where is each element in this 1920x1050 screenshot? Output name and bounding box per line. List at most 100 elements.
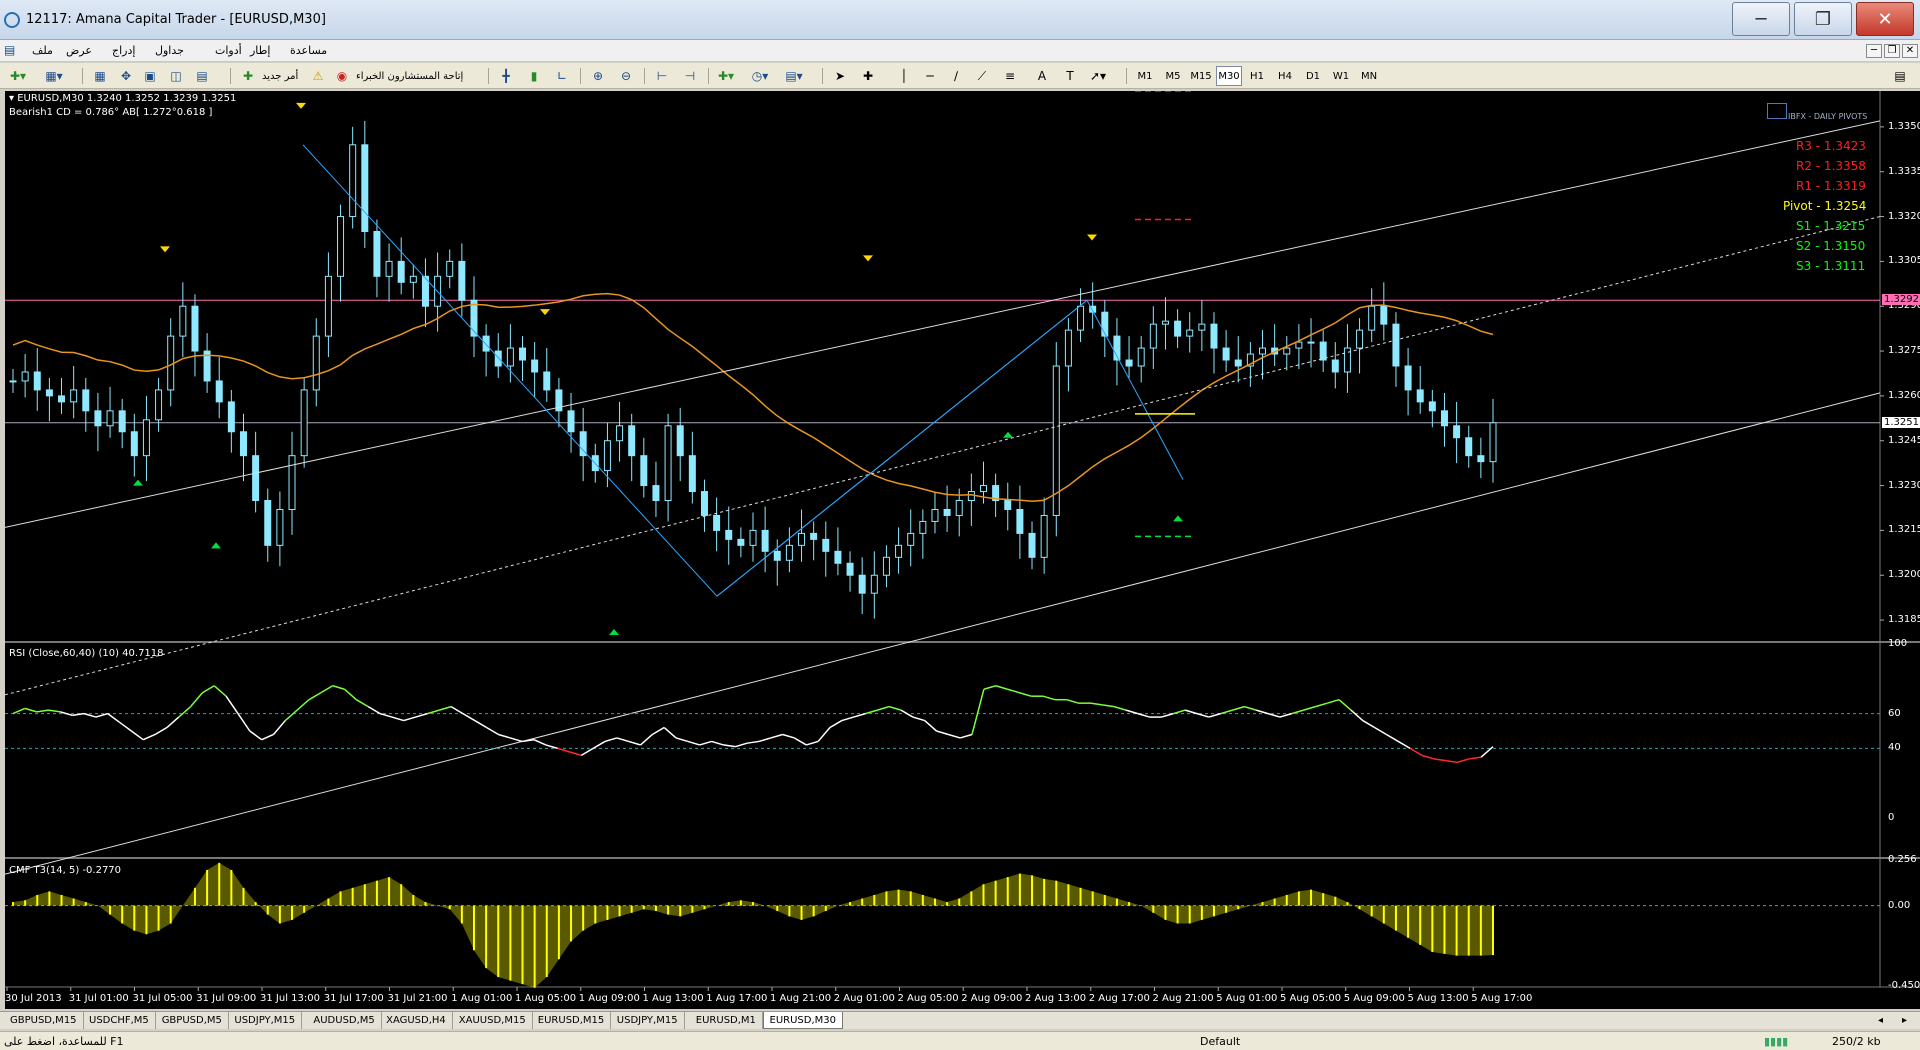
minimize-icon: ─ — [1755, 8, 1767, 30]
menu-insert[interactable]: إدراج — [112, 44, 135, 57]
menu-window[interactable]: إطار — [250, 44, 270, 57]
new-order-icon[interactable]: ✚ — [238, 66, 258, 86]
chart-tab[interactable]: GBPUSD,M15 — [4, 1012, 84, 1029]
timeframe-mn[interactable]: MN — [1356, 66, 1382, 86]
chart-window[interactable]: ▾ EURUSD,M30 1.3240 1.3252 1.3239 1.3251… — [5, 91, 1920, 1009]
warning-icon[interactable]: ⚠ — [308, 66, 328, 86]
vertical-line-icon[interactable]: │ — [894, 66, 914, 86]
candlestick-icon[interactable]: ▮ — [524, 66, 544, 86]
fibonacci-icon[interactable]: ≡ — [1000, 66, 1020, 86]
rsi-line-segment — [439, 705, 452, 711]
candle-body — [822, 538, 830, 552]
timeframe-m1[interactable]: M1 — [1132, 66, 1158, 86]
tab-scroll-right-icon[interactable]: ▸ — [1896, 1012, 1913, 1029]
expert-advisors-icon[interactable]: ◉ — [332, 66, 352, 86]
timeframe-h1[interactable]: H1 — [1244, 66, 1270, 86]
candle-body — [519, 347, 527, 361]
profiles-icon[interactable]: ▦▾ — [44, 66, 64, 86]
navigator-icon[interactable]: ▣ — [140, 66, 160, 86]
text-icon[interactable]: A — [1032, 66, 1052, 86]
chart-tab[interactable]: EURUSD,M30 — [762, 1012, 843, 1029]
candle-body — [1440, 410, 1448, 427]
mdi-restore-button[interactable]: ❐ — [1884, 44, 1900, 58]
bar-chart-icon[interactable]: ╋ — [496, 66, 516, 86]
templates-icon[interactable]: ▤▾ — [784, 66, 804, 86]
price-label: 1.3305 — [1888, 255, 1920, 267]
mdi-close-button[interactable]: ✕ — [1902, 44, 1918, 58]
status-profile[interactable]: Default — [1200, 1035, 1240, 1048]
rsi-line-segment — [355, 699, 369, 708]
chart-tab[interactable]: EURUSD,M1 — [690, 1012, 763, 1029]
candle-body — [373, 230, 381, 277]
document-icon[interactable]: ▤ — [4, 43, 15, 57]
timeframe-m5[interactable]: M5 — [1160, 66, 1186, 86]
text-label-icon[interactable]: T — [1060, 66, 1080, 86]
timeframe-w1[interactable]: W1 — [1328, 66, 1354, 86]
chart-tab[interactable]: GBPUSD,M5 — [156, 1012, 229, 1029]
expert-advisors-button[interactable]: إتاحة المستشارون الخبراء — [356, 66, 463, 86]
rsi-line-segment — [308, 692, 322, 701]
timeframe-m30[interactable]: M30 — [1216, 66, 1242, 86]
market-watch-icon[interactable]: ▦ — [90, 66, 110, 86]
arrows-icon[interactable]: ➚▾ — [1088, 66, 1108, 86]
cursor-icon[interactable]: ➤ — [830, 66, 850, 86]
auto-scroll-icon[interactable]: ⊢ — [652, 66, 672, 86]
chart-menu-icon[interactable]: ▾ — [9, 93, 14, 104]
rsi-line-segment — [225, 695, 239, 715]
menu-help[interactable]: مساعدة — [290, 44, 327, 57]
toolbar-menu-icon[interactable]: ▤ — [1890, 66, 1910, 86]
indicators-icon[interactable]: ✚▾ — [716, 66, 736, 86]
trendline-icon[interactable]: ∕ — [946, 66, 966, 86]
time-label: 2 Aug 05:00 — [897, 993, 959, 1004]
chart-tab[interactable]: XAGUSD,H4 — [380, 1012, 453, 1029]
crosshair-icon[interactable]: ✚ — [858, 66, 878, 86]
strategy-tester-icon[interactable]: ▤ — [192, 66, 212, 86]
menu-file[interactable]: ملف — [32, 44, 53, 57]
minimize-button[interactable]: ─ — [1732, 2, 1790, 36]
chart-tab[interactable]: EURUSD,M15 — [532, 1012, 612, 1029]
candle-body — [1198, 323, 1206, 331]
chart-canvas[interactable] — [5, 91, 1920, 1009]
menu-tools[interactable]: أدوات — [215, 44, 242, 57]
timeframe-h4[interactable]: H4 — [1272, 66, 1298, 86]
rsi-line-segment — [1184, 709, 1198, 715]
candle-body — [895, 544, 903, 558]
chart-tab[interactable]: USDCHF,M5 — [83, 1012, 156, 1029]
zoom-in-icon[interactable]: ⊕ — [588, 66, 608, 86]
status-bar: للمساعدة، اضغط على F1 Default ▮▮▮▮ 250/2… — [0, 1031, 1920, 1050]
horizontal-line-icon[interactable]: ─ — [920, 66, 940, 86]
tab-scroll-left-icon[interactable]: ◂ — [1872, 1012, 1889, 1029]
rsi-line-segment — [1267, 712, 1281, 718]
price-label: 1.3200 — [1888, 569, 1920, 581]
equidistant-channel-icon[interactable]: ⟋ — [972, 66, 992, 86]
candle-body — [737, 538, 745, 546]
rsi-line-segment — [190, 692, 204, 708]
rsi-line-segment — [178, 706, 192, 718]
chart-tab[interactable]: USDJPY,M15 — [611, 1012, 685, 1029]
menu-view[interactable]: عرض — [66, 44, 92, 57]
time-label: 2 Aug 01:00 — [833, 993, 895, 1004]
data-window-icon[interactable]: ✥ — [116, 66, 136, 86]
chart-shift-icon[interactable]: ⊣ — [680, 66, 700, 86]
new-chart-icon[interactable]: ✚▾ — [8, 66, 28, 86]
rsi-line-segment — [48, 709, 61, 713]
rsi-line-segment — [1457, 758, 1470, 764]
rsi-line-segment — [912, 716, 925, 722]
periods-icon[interactable]: ◷▾ — [750, 66, 770, 86]
candle-body — [700, 491, 708, 516]
menu-charts[interactable]: جداول — [155, 44, 184, 57]
line-chart-icon[interactable]: ∟ — [552, 66, 572, 86]
candle-body — [1161, 320, 1169, 325]
chart-tab[interactable]: XAUUSD,M15 — [453, 1012, 533, 1029]
maximize-button[interactable]: ❐ — [1794, 2, 1852, 36]
timeframe-d1[interactable]: D1 — [1300, 66, 1326, 86]
chart-tab[interactable]: USDJPY,M15 — [228, 1012, 303, 1029]
zoom-out-icon[interactable]: ⊖ — [616, 66, 636, 86]
app-icon — [4, 12, 20, 28]
new-order-button[interactable]: أمر جديد — [262, 66, 298, 86]
chart-tab[interactable]: AUDUSD,M5 — [307, 1012, 382, 1029]
terminal-icon[interactable]: ◫ — [166, 66, 186, 86]
timeframe-m15[interactable]: M15 — [1188, 66, 1214, 86]
close-button[interactable]: ✕ — [1856, 2, 1914, 36]
mdi-minimize-button[interactable]: ─ — [1866, 44, 1882, 58]
